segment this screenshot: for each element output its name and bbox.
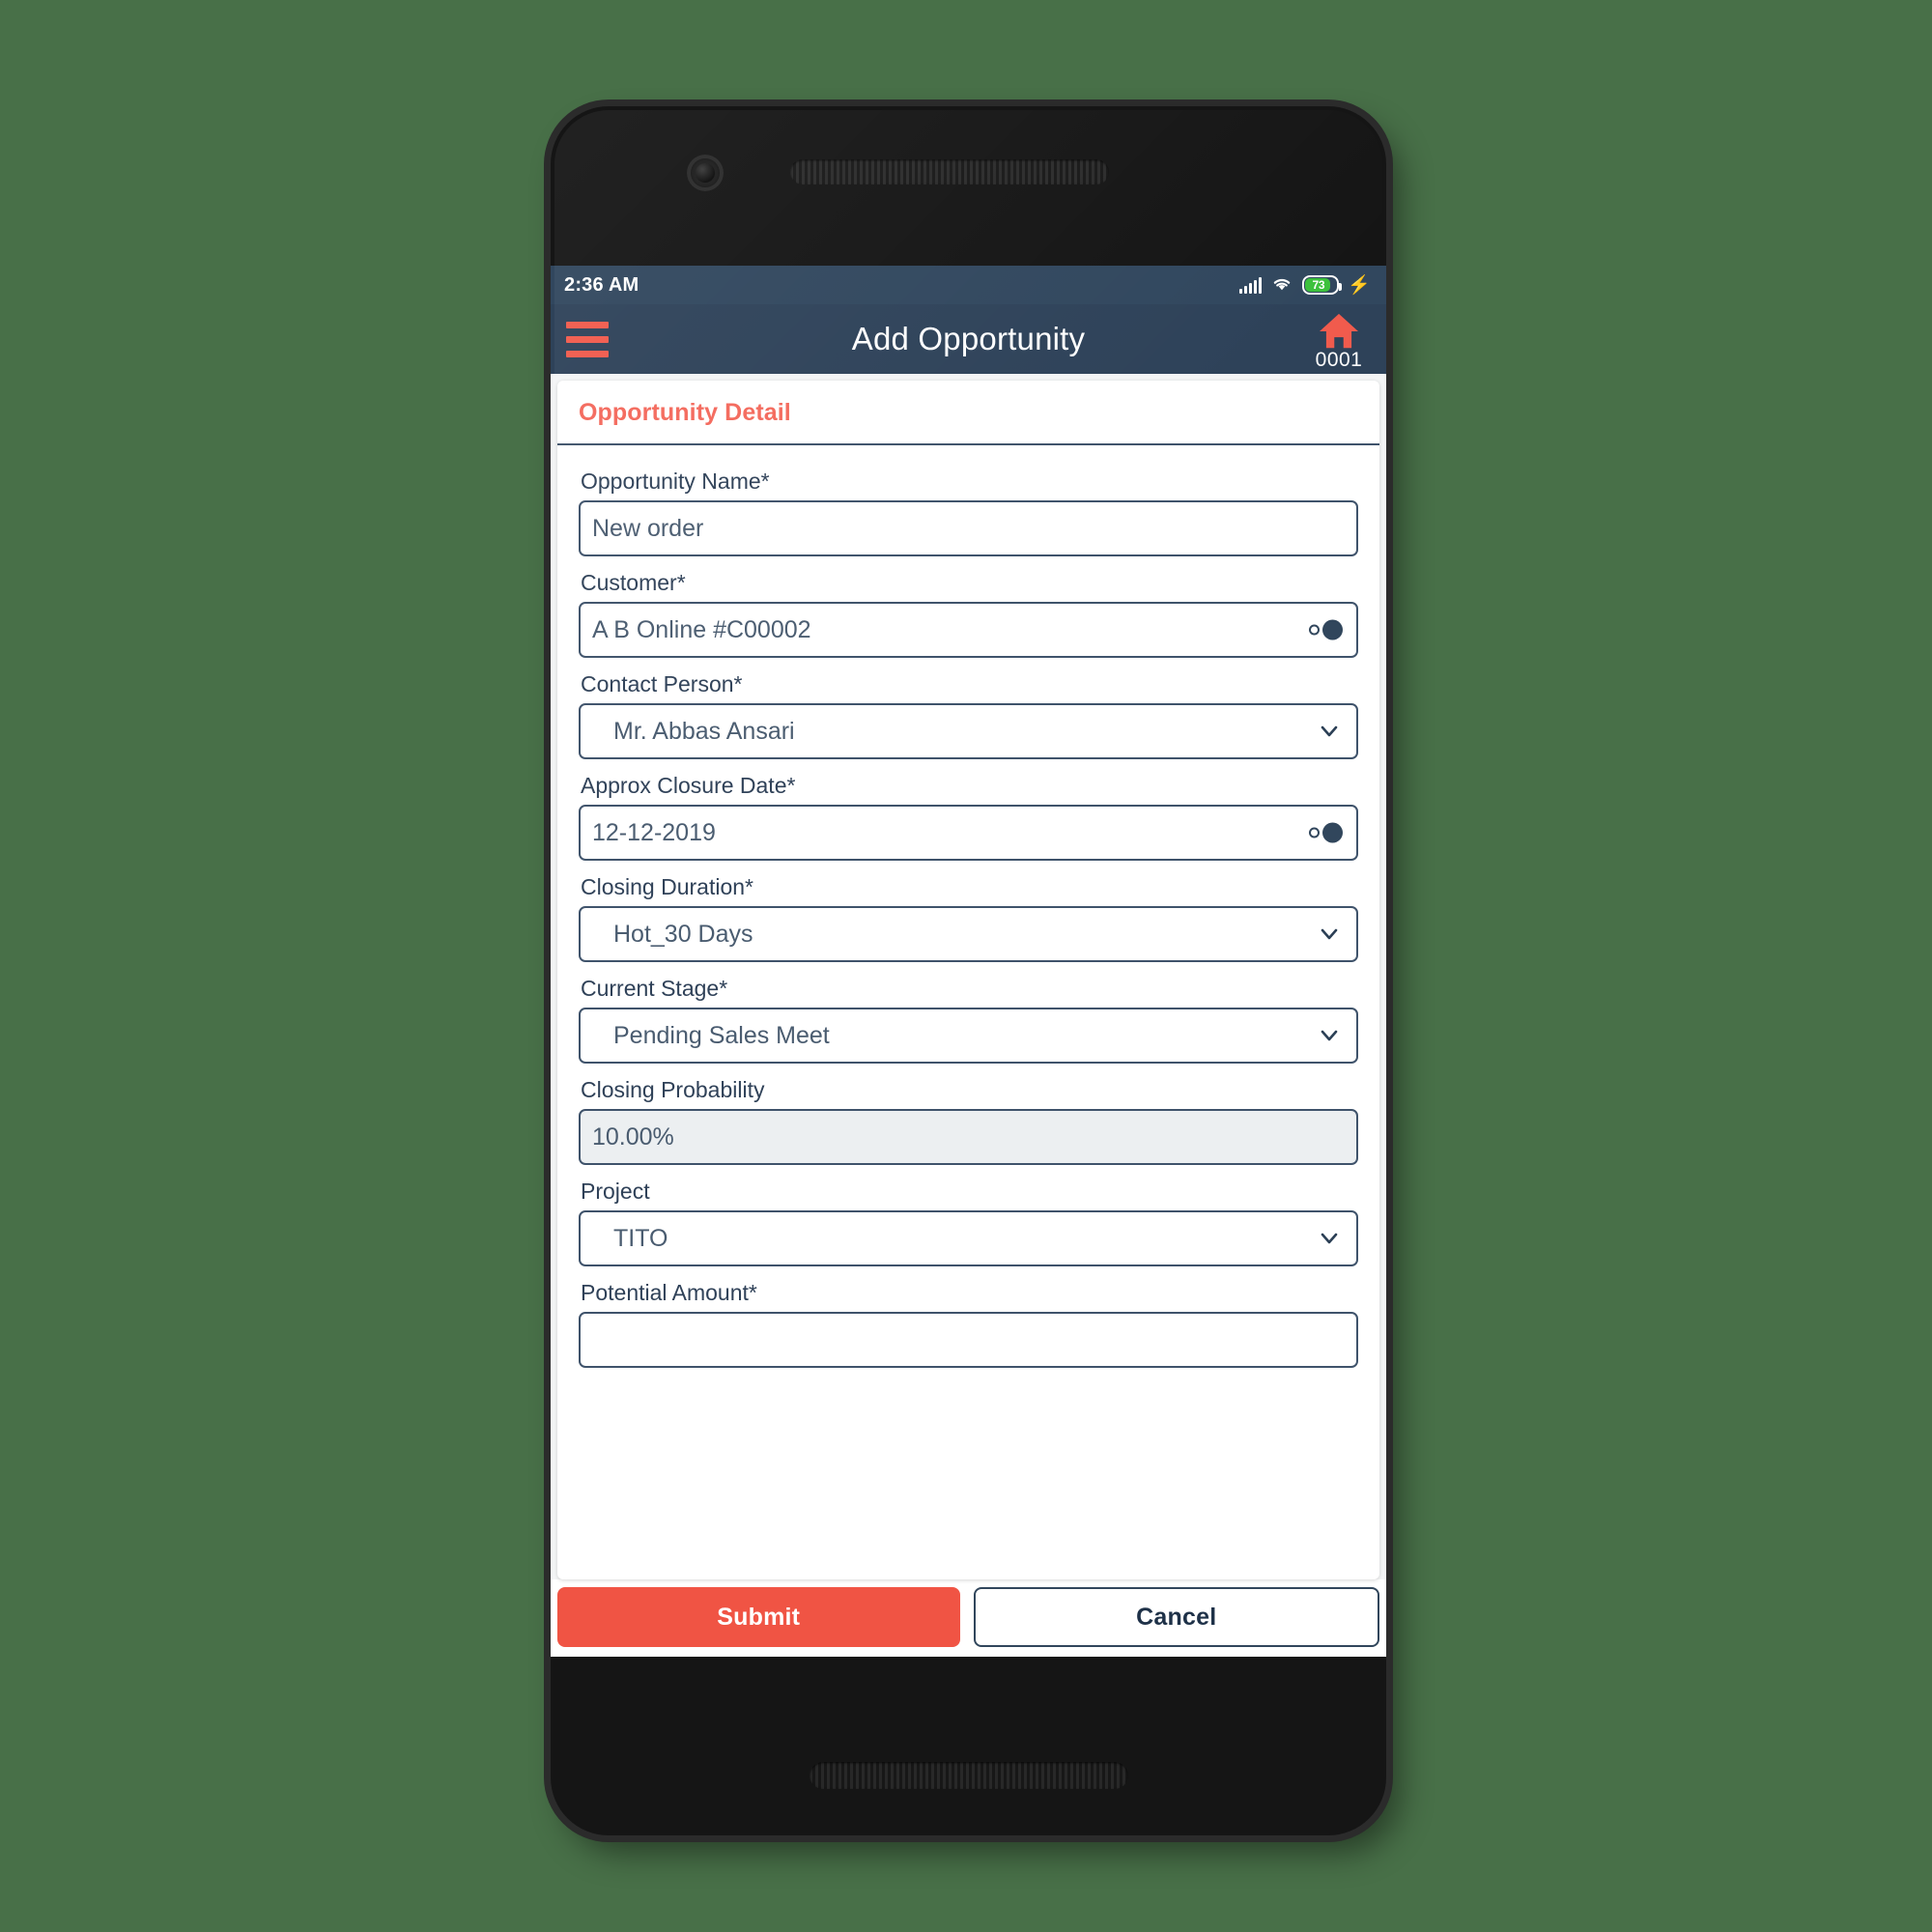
label-potential-amount: Potential Amount* xyxy=(581,1280,757,1305)
form-field-approx-closure-date: Approx Closure Date* 12-12-2019 xyxy=(579,773,1358,861)
battery-icon: 73 xyxy=(1302,275,1343,295)
calendar-picker-icon[interactable] xyxy=(1309,822,1343,843)
phone-screen: 2:36 AM 73 ⚡ Add Opportunity 0001 Opport… xyxy=(551,266,1386,1657)
input-potential-amount[interactable] xyxy=(579,1312,1358,1368)
value-approx-closure-date: 12-12-2019 xyxy=(592,818,716,846)
value-closing-duration: Hot_30 Days xyxy=(613,920,753,948)
value-closing-probability: 10.00% xyxy=(592,1122,674,1151)
label-project: Project xyxy=(581,1179,650,1204)
wifi-icon xyxy=(1270,274,1293,297)
label-closing-duration: Closing Duration* xyxy=(581,874,753,899)
chevron-down-icon[interactable] xyxy=(1320,924,1339,944)
search-picker-icon[interactable] xyxy=(1309,619,1343,640)
label-current-stage: Current Stage* xyxy=(581,976,728,1001)
form-field-opportunity-name: Opportunity Name* New order xyxy=(579,469,1358,556)
phone-device-frame: 2:36 AM 73 ⚡ Add Opportunity 0001 Opport… xyxy=(551,106,1386,1835)
bottom-speaker-grille xyxy=(810,1762,1128,1789)
home-button[interactable]: 0001 xyxy=(1301,312,1377,372)
form-field-current-stage: Current Stage* Pending Sales Meet xyxy=(579,976,1358,1064)
form-field-closing-duration: Closing Duration* Hot_30 Days xyxy=(579,874,1358,962)
value-current-stage: Pending Sales Meet xyxy=(613,1021,830,1049)
label-approx-closure-date: Approx Closure Date* xyxy=(581,773,796,798)
select-closing-duration[interactable]: Hot_30 Days xyxy=(579,906,1358,962)
input-opportunity-name[interactable]: New order xyxy=(579,500,1358,556)
form-field-project: Project TITO xyxy=(579,1179,1358,1266)
form-field-potential-amount: Potential Amount* xyxy=(579,1280,1358,1368)
label-opportunity-name: Opportunity Name* xyxy=(581,469,770,494)
input-closing-probability: 10.00% xyxy=(579,1109,1358,1165)
card-header: Opportunity Detail xyxy=(557,381,1379,445)
chevron-down-icon[interactable] xyxy=(1320,1026,1339,1045)
form-action-bar: Submit Cancel xyxy=(551,1579,1386,1657)
form-field-customer: Customer* A B Online #C00002 xyxy=(579,570,1358,658)
screen-content: Opportunity Detail Opportunity Name* New … xyxy=(551,374,1386,1657)
screenshot-canvas: 2:36 AM 73 ⚡ Add Opportunity 0001 Opport… xyxy=(0,0,1932,1932)
chevron-down-icon[interactable] xyxy=(1320,722,1339,741)
select-current-stage[interactable]: Pending Sales Meet xyxy=(579,1008,1358,1064)
signal-bars-icon xyxy=(1239,276,1263,294)
page-title: Add Opportunity xyxy=(851,321,1086,356)
input-approx-closure-date[interactable]: 12-12-2019 xyxy=(579,805,1358,861)
form-field-contact-person: Contact Person* Mr. Abbas Ansari xyxy=(579,671,1358,759)
value-customer: A B Online #C00002 xyxy=(592,615,811,643)
chevron-down-icon[interactable] xyxy=(1320,1229,1339,1248)
earpiece-speaker-grille xyxy=(790,159,1109,185)
value-project: TITO xyxy=(613,1224,668,1252)
home-code-label: 0001 xyxy=(1315,349,1363,371)
submit-button[interactable]: Submit xyxy=(557,1587,960,1647)
home-icon xyxy=(1301,312,1377,351)
battery-level-label: 73 xyxy=(1312,278,1325,292)
form-field-list[interactable]: Opportunity Name* New order Customer* A B O… xyxy=(557,445,1379,1579)
status-bar-icons: 73 ⚡ xyxy=(1239,274,1371,297)
hamburger-menu-icon[interactable] xyxy=(566,322,609,357)
label-contact-person: Contact Person* xyxy=(581,671,743,696)
value-opportunity-name: New order xyxy=(592,514,704,542)
form-field-closing-probability: Closing Probability 10.00% xyxy=(579,1077,1358,1165)
opportunity-detail-card: Opportunity Detail Opportunity Name* New … xyxy=(557,381,1379,1579)
select-project[interactable]: TITO xyxy=(579,1210,1358,1266)
charging-bolt-icon: ⚡ xyxy=(1348,274,1371,296)
status-bar-time: 2:36 AM xyxy=(564,273,639,296)
label-closing-probability: Closing Probability xyxy=(581,1077,765,1102)
label-customer: Customer* xyxy=(581,570,686,595)
cancel-button[interactable]: Cancel xyxy=(973,1587,1379,1647)
app-bar: Add Opportunity 0001 xyxy=(551,304,1386,374)
input-customer[interactable]: A B Online #C00002 xyxy=(579,602,1358,658)
select-contact-person[interactable]: Mr. Abbas Ansari xyxy=(579,703,1358,759)
status-bar: 2:36 AM 73 ⚡ xyxy=(551,266,1386,304)
front-camera-icon xyxy=(687,155,724,191)
card-title: Opportunity Detail xyxy=(579,399,791,426)
value-contact-person: Mr. Abbas Ansari xyxy=(613,717,795,745)
